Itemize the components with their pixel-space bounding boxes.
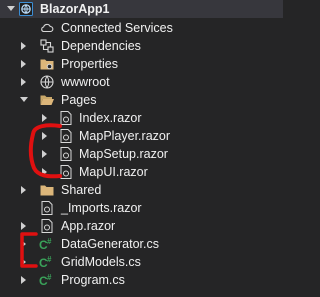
- connected-services-icon: [39, 20, 55, 36]
- tree-row-gridmodels-cs[interactable]: C # GridModels.cs: [0, 253, 283, 271]
- tree-row-mapui-razor[interactable]: MapUI.razor: [0, 163, 283, 181]
- tree-row-mapplayer-razor[interactable]: MapPlayer.razor: [0, 127, 283, 145]
- chevron-right-icon[interactable]: [21, 60, 26, 68]
- node-label-mapsetup-razor: MapSetup.razor: [79, 147, 168, 161]
- node-label-wwwroot: wwwroot: [61, 75, 110, 89]
- node-label-dependencies: Dependencies: [61, 39, 141, 53]
- dependencies-icon: [39, 38, 55, 54]
- tree-row-imports-razor[interactable]: _Imports.razor: [0, 199, 283, 217]
- chevron-right-icon[interactable]: [42, 168, 47, 176]
- tree-row-connected-services[interactable]: Connected Services: [0, 19, 283, 37]
- chevron-right-icon[interactable]: [21, 276, 26, 284]
- node-label-datagenerator-cs: DataGenerator.cs: [61, 237, 159, 251]
- razor-file-icon: [39, 200, 55, 216]
- chevron-right-icon[interactable]: [42, 132, 47, 140]
- node-label-mapplayer-razor: MapPlayer.razor: [79, 129, 171, 143]
- tree-row-project[interactable]: BlazorApp1: [0, 0, 283, 18]
- chevron-right-icon[interactable]: [21, 258, 26, 266]
- razor-file-icon: [58, 146, 74, 162]
- svg-text:#: #: [47, 237, 52, 246]
- chevron-right-icon[interactable]: [42, 114, 47, 122]
- chevron-right-icon[interactable]: [21, 186, 26, 194]
- razor-file-icon: [39, 218, 55, 234]
- tree-row-dependencies[interactable]: Dependencies: [0, 37, 283, 55]
- node-label-shared: Shared: [61, 183, 102, 197]
- tree-row-datagenerator-cs[interactable]: C # DataGenerator.cs: [0, 235, 283, 253]
- tree-row-properties[interactable]: Properties: [0, 55, 283, 73]
- node-label-index-razor: Index.razor: [79, 111, 142, 125]
- chevron-right-icon[interactable]: [21, 78, 26, 86]
- razor-file-icon: [58, 128, 74, 144]
- chevron-right-icon[interactable]: [21, 240, 26, 248]
- razor-file-icon: [58, 110, 74, 126]
- chevron-down-icon[interactable]: [20, 97, 28, 102]
- folder-icon: [39, 182, 55, 198]
- node-label-properties: Properties: [61, 57, 118, 71]
- tree-row-wwwroot[interactable]: wwwroot: [0, 73, 283, 91]
- csharp-file-icon: C #: [39, 272, 55, 288]
- properties-folder-icon: [39, 56, 55, 72]
- svg-text:#: #: [47, 255, 52, 264]
- project-name: BlazorApp1: [40, 2, 110, 16]
- chevron-right-icon[interactable]: [21, 222, 26, 230]
- csharp-file-icon: C #: [39, 236, 55, 252]
- node-label-mapui-razor: MapUI.razor: [79, 165, 148, 179]
- node-label-imports-razor: _Imports.razor: [61, 201, 142, 215]
- chevron-right-icon[interactable]: [42, 150, 47, 158]
- node-label-app-razor: App.razor: [61, 219, 116, 233]
- node-label-gridmodels-cs: GridModels.cs: [61, 255, 141, 269]
- csharp-project-icon: [18, 1, 34, 17]
- tree-row-app-razor[interactable]: App.razor: [0, 217, 283, 235]
- chevron-down-icon[interactable]: [7, 6, 15, 11]
- svg-text:#: #: [47, 273, 52, 282]
- tree-row-mapsetup-razor[interactable]: MapSetup.razor: [0, 145, 283, 163]
- node-label-connected-services: Connected Services: [61, 21, 173, 35]
- solution-explorer-tree: BlazorApp1 Connected Services Dependenci…: [0, 0, 283, 297]
- tree-row-shared[interactable]: Shared: [0, 181, 283, 199]
- tree-row-pages[interactable]: Pages: [0, 91, 283, 109]
- node-label-program-cs: Program.cs: [61, 273, 125, 287]
- node-label-pages: Pages: [61, 93, 97, 107]
- chevron-right-icon[interactable]: [21, 42, 26, 50]
- tree-row-index-razor[interactable]: Index.razor: [0, 109, 283, 127]
- razor-file-icon: [58, 164, 74, 180]
- csharp-file-icon: C #: [39, 254, 55, 270]
- globe-icon: [39, 74, 55, 90]
- tree-row-program-cs[interactable]: C # Program.cs: [0, 271, 283, 289]
- folder-open-icon: [39, 92, 55, 108]
